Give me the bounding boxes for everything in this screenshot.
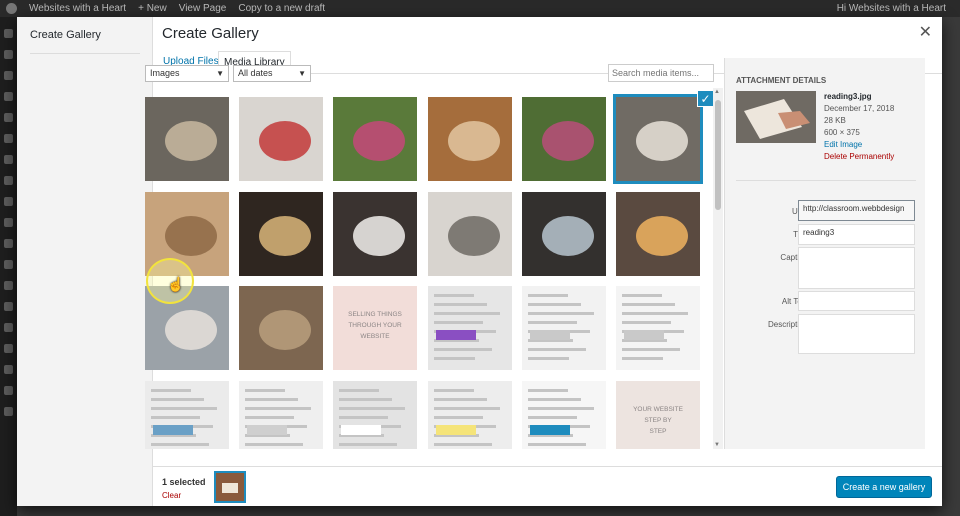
- details-date: December 17, 2018: [824, 104, 895, 113]
- attachments-grid: SELLING THINGS THROUGH YOUR WEBSITE YOUR WE…: [136, 88, 719, 449]
- caption-field[interactable]: [798, 247, 915, 289]
- svg-text:THROUGH YOUR: THROUGH YOUR: [348, 322, 402, 329]
- menu-icon: [4, 281, 13, 290]
- menu-icon: [4, 344, 13, 353]
- menu-icon: [4, 365, 13, 374]
- admin-bar-view[interactable]: View Page: [179, 3, 227, 14]
- url-field[interactable]: http://classroom.webbdesign: [798, 200, 915, 221]
- thumbnail-cat-on-sill[interactable]: [145, 97, 229, 181]
- thumbnail-kittens-in-basket-2[interactable]: [522, 97, 606, 181]
- wordpress-logo-icon[interactable]: [6, 3, 17, 14]
- menu-icon: [4, 407, 13, 416]
- menu-icon: [4, 29, 13, 38]
- thumbnail-website-step-by-step[interactable]: YOUR WEBSITE STEP BY STEP: [616, 381, 700, 449]
- menu-icon: [4, 302, 13, 311]
- details-heading: Attachment Details: [736, 76, 827, 85]
- scroll-up-icon[interactable]: ▲: [714, 89, 720, 95]
- menu-icon: [4, 176, 13, 185]
- scroll-down-icon[interactable]: ▼: [714, 442, 720, 448]
- thumbnail-screenshot-menu[interactable]: [428, 286, 512, 370]
- svg-text:SELLING THINGS: SELLING THINGS: [348, 311, 402, 318]
- date-filter-value: All dates: [238, 68, 273, 78]
- thumbnail-screenshot-table[interactable]: [145, 381, 229, 449]
- chevron-down-icon: ▼: [216, 69, 224, 78]
- clear-selection-link[interactable]: Clear: [162, 491, 181, 500]
- thumbnail-screenshot-page[interactable]: [522, 381, 606, 449]
- details-dimensions: 600 × 375: [824, 128, 860, 137]
- thumbnail-bookshelf[interactable]: [239, 286, 323, 370]
- details-divider: [736, 180, 916, 181]
- thumbnail-writing-notes[interactable]: [333, 192, 417, 276]
- details-thumbnail: [736, 91, 816, 143]
- menu-icon: [4, 386, 13, 395]
- type-filter-value: Images: [150, 68, 180, 78]
- selected-count: 1 selected: [162, 477, 206, 487]
- admin-bar-copy[interactable]: Copy to a new draft: [238, 3, 325, 14]
- details-size: 28 KB: [824, 116, 846, 125]
- attachment-details: Attachment Details reading3.jpg December…: [724, 58, 925, 449]
- menu-icon: [4, 155, 13, 164]
- checkmark-icon[interactable]: ✓: [697, 90, 714, 107]
- chevron-down-icon: ▼: [298, 69, 306, 78]
- thumbnail-hand-kitten[interactable]: [428, 97, 512, 181]
- menu-icon: [4, 50, 13, 59]
- description-field[interactable]: [798, 314, 915, 354]
- menu-icon: [4, 92, 13, 101]
- search-input[interactable]: [608, 64, 714, 82]
- delete-permanently-link[interactable]: Delete Permanently: [824, 151, 894, 163]
- menu-icon: [4, 197, 13, 206]
- media-toolbar-footer: 1 selected Clear Create a new gallery: [153, 466, 942, 506]
- thumbnail-screenshot-list[interactable]: [239, 381, 323, 449]
- menu-icon: [4, 239, 13, 248]
- thumbnail-screenshot-dialog[interactable]: [333, 381, 417, 449]
- details-info: reading3.jpg December 17, 2018 28 KB 600…: [824, 91, 894, 163]
- thumbnail-laptop-window[interactable]: [522, 192, 606, 276]
- thumbnail-reading-window[interactable]: [239, 192, 323, 276]
- thumbnail-screenshot-dropdown[interactable]: [428, 381, 512, 449]
- thumbnail-selling-things[interactable]: SELLING THINGS THROUGH YOUR WEBSITE: [333, 286, 417, 370]
- close-icon[interactable]: ✕: [919, 25, 932, 41]
- type-filter-select[interactable]: Images ▼: [145, 65, 229, 82]
- admin-bar: Websites with a Heart + New View Page Co…: [0, 0, 960, 17]
- menu-icon: [4, 134, 13, 143]
- thumbnail-kittens-in-basket-1[interactable]: [333, 97, 417, 181]
- menu-icon: [4, 71, 13, 80]
- admin-bar-howdy[interactable]: Hi Websites with a Heart: [837, 3, 946, 14]
- thumbnail-screenshot-form[interactable]: [522, 286, 606, 370]
- edit-image-link[interactable]: Edit Image: [824, 139, 894, 151]
- scrollbar-thumb[interactable]: [715, 100, 721, 210]
- menu-icon: [4, 323, 13, 332]
- admin-sidebar: [0, 17, 17, 516]
- selected-thumbnail[interactable]: [214, 471, 246, 503]
- svg-text:WEBSITE: WEBSITE: [360, 333, 390, 340]
- thumbnail-reading3[interactable]: [613, 94, 703, 184]
- alt-text-field[interactable]: [798, 291, 915, 311]
- thumbnail-writing-journal[interactable]: [428, 192, 512, 276]
- title-field[interactable]: reading3: [798, 224, 915, 245]
- modal-title: Create Gallery: [162, 25, 259, 42]
- thumbnail-cat-with-yarn[interactable]: [239, 97, 323, 181]
- details-filename: reading3.jpg: [824, 92, 872, 101]
- selected-thumbnail-image: [216, 473, 244, 501]
- admin-bar-new[interactable]: + New: [138, 3, 167, 14]
- svg-text:STEP: STEP: [650, 428, 667, 435]
- media-menu: Create Gallery: [17, 17, 153, 506]
- menu-item-create-gallery[interactable]: Create Gallery: [30, 29, 140, 54]
- thumbnail-screenshot-settings[interactable]: [616, 286, 700, 370]
- scrollbar[interactable]: ▲ ▼: [713, 88, 723, 449]
- thumbnail-light-jar[interactable]: [616, 192, 700, 276]
- date-filter-select[interactable]: All dates ▼: [233, 65, 311, 82]
- menu-icon: [4, 218, 13, 227]
- svg-text:YOUR WEBSITE: YOUR WEBSITE: [633, 406, 684, 413]
- hand-cursor-icon: ☝: [167, 276, 185, 292]
- admin-bar-site[interactable]: Websites with a Heart: [29, 3, 126, 14]
- create-gallery-button[interactable]: Create a new gallery: [836, 476, 932, 498]
- reading3-preview: [736, 91, 816, 143]
- menu-icon: [4, 113, 13, 122]
- svg-text:STEP BY: STEP BY: [644, 417, 672, 424]
- menu-icon: [4, 260, 13, 269]
